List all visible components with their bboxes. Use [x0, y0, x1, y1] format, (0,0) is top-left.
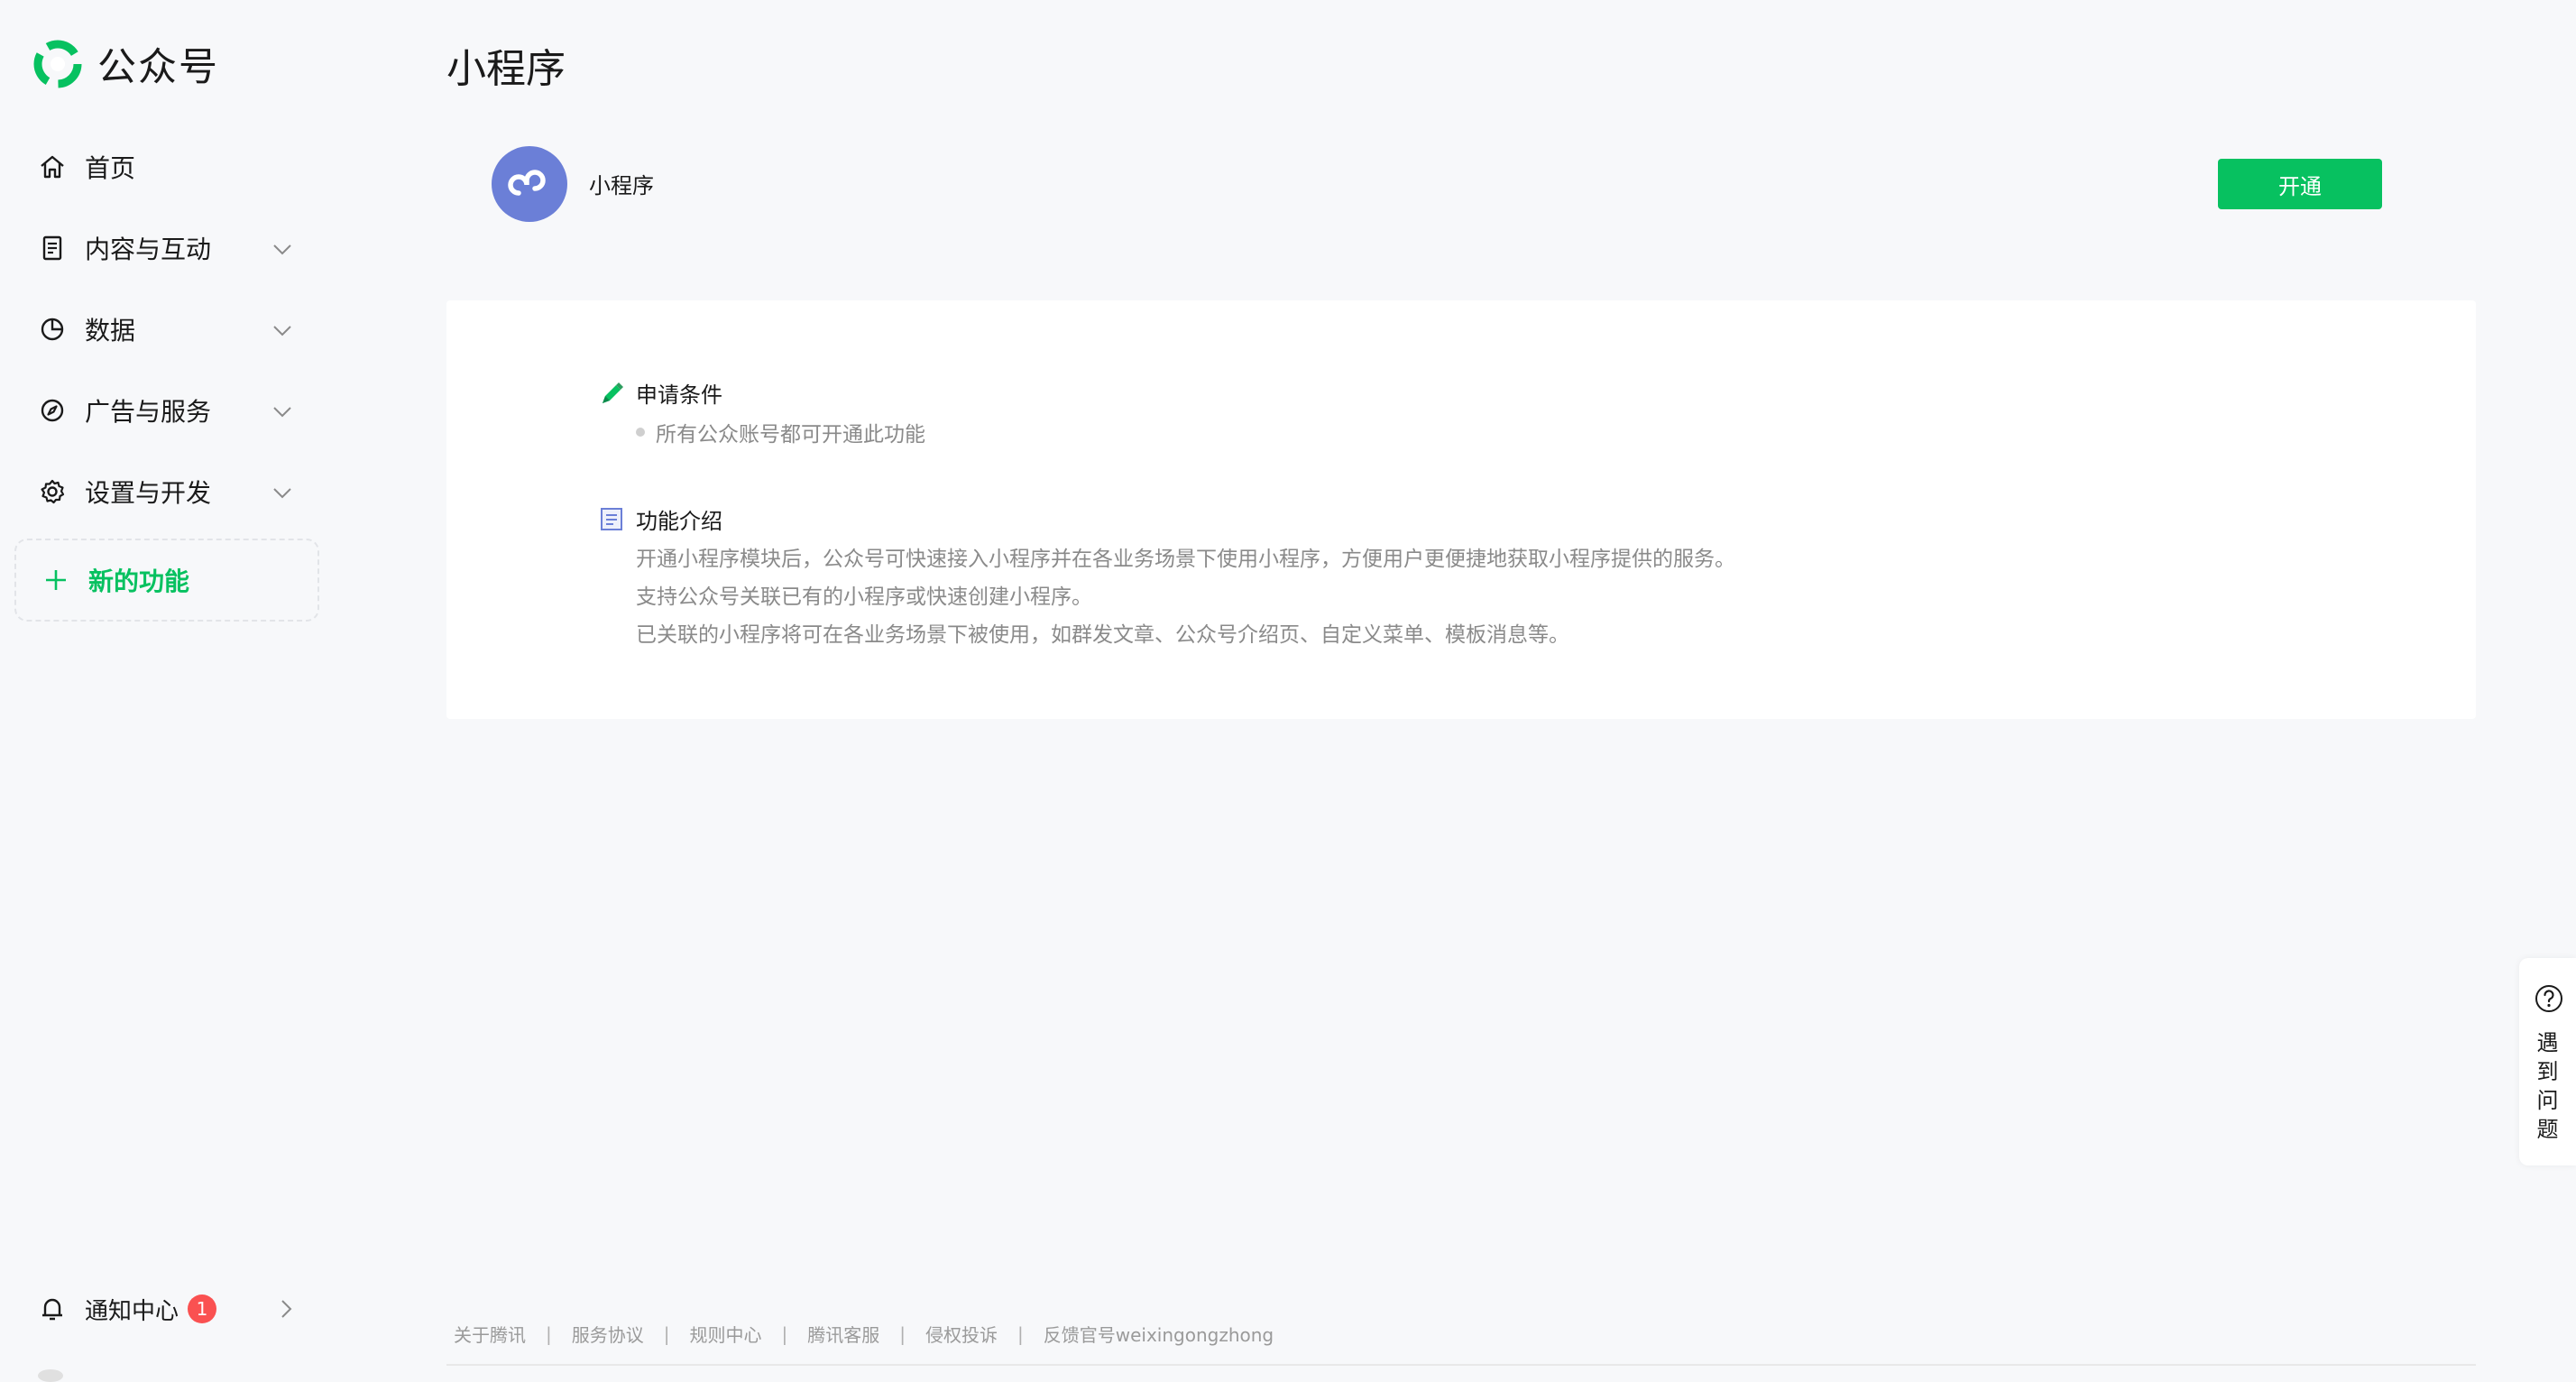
chevron-down-icon[interactable]	[271, 400, 294, 423]
plus-icon	[46, 570, 66, 590]
chevron-down-icon[interactable]	[271, 237, 294, 261]
footer-link-rules[interactable]: 规则中心	[690, 1321, 762, 1347]
footer-link-infringement[interactable]: 侵权投诉	[925, 1321, 998, 1347]
notification-badge: 1	[188, 1294, 217, 1323]
intro-title: 功能介绍	[636, 508, 722, 534]
sidebar: 公众号 首页 内容与互动 数据 广告与服务 设置与开发 新的功能 通知中心 1	[0, 0, 334, 1382]
wechat-official-accounts-logo	[33, 40, 82, 88]
chevron-down-icon[interactable]	[271, 481, 294, 504]
footer-separator: |	[663, 1322, 670, 1345]
pie-chart-icon	[41, 318, 64, 341]
sidebar-item-home[interactable]: 首页	[0, 126, 334, 207]
sidebar-nav: 首页 内容与互动 数据 广告与服务 设置与开发	[0, 126, 334, 532]
home-icon	[41, 155, 64, 179]
help-char: 题	[2536, 1117, 2559, 1142]
sidebar-item-label: 广告与服务	[85, 397, 212, 427]
activate-button[interactable]: 开通	[2218, 159, 2382, 209]
pen-icon	[603, 382, 623, 403]
document-icon	[42, 235, 62, 261]
condition-text: 所有公众账号都可开通此功能	[656, 423, 925, 447]
sidebar-item-label: 首页	[85, 153, 136, 183]
sidebar-item-label: 数据	[85, 316, 136, 346]
bullet-dot	[636, 428, 645, 437]
feature-detail-card: 申请条件 所有公众账号都可开通此功能 功能介绍 开通小程序模块后，公众号可快速接…	[446, 300, 2476, 719]
sidebar-item-content-interaction[interactable]: 内容与互动	[0, 207, 334, 289]
footer-link-feedback[interactable]: 反馈官号weixingongzhong	[1044, 1321, 1274, 1347]
intro-section: 功能介绍 开通小程序模块后，公众号可快速接入小程序并在各业务场景下使用小程序，方…	[598, 501, 1735, 654]
feature-header: 小程序 开通	[492, 146, 2386, 222]
intro-line: 开通小程序模块后，公众号可快速接入小程序并在各业务场景下使用小程序，方便用户更便…	[636, 548, 1735, 571]
sidebar-item-label: 设置与开发	[85, 478, 212, 508]
bell-icon	[42, 1298, 62, 1321]
footer: 关于腾讯 | 服务协议 | 规则中心 | 腾讯客服 | 侵权投诉 | 反馈官号w…	[454, 1321, 1274, 1347]
list-doc-icon	[601, 508, 622, 530]
footer-separator: |	[781, 1322, 788, 1345]
avatar[interactable]	[38, 1369, 63, 1382]
intro-line: 已关联的小程序将可在各业务场景下被使用，如群发文章、公众号介绍页、自定义菜单、模…	[636, 623, 1569, 647]
footer-link-about[interactable]: 关于腾讯	[454, 1321, 526, 1347]
conditions-section: 申请条件 所有公众账号都可开通此功能	[598, 374, 925, 450]
compass-icon	[41, 399, 64, 422]
sidebar-item-settings-dev[interactable]: 设置与开发	[0, 451, 334, 532]
new-feature-button[interactable]: 新的功能	[14, 539, 319, 622]
footer-link-support[interactable]: 腾讯客服	[807, 1321, 879, 1347]
conditions-title: 申请条件	[636, 382, 722, 408]
page-title: 小程序	[446, 46, 566, 92]
question-circle-icon	[2535, 985, 2562, 1012]
help-char: 到	[2536, 1059, 2559, 1084]
sidebar-item-data[interactable]: 数据	[0, 289, 334, 370]
chevron-right-icon	[281, 1300, 292, 1318]
mini-program-icon	[492, 146, 567, 222]
gear-icon	[41, 479, 65, 504]
footer-separator: |	[546, 1322, 552, 1345]
help-char: 问	[2536, 1088, 2559, 1113]
feature-name: 小程序	[589, 173, 654, 198]
footer-separator: |	[899, 1322, 906, 1345]
brand-name: 公众号	[97, 45, 219, 90]
list-item: 所有公众账号都可开通此功能	[636, 414, 925, 450]
footer-separator: |	[1017, 1322, 1024, 1345]
notification-center[interactable]: 通知中心 1	[38, 1288, 308, 1330]
notification-label: 通知中心	[85, 1297, 179, 1325]
brand[interactable]: 公众号	[31, 36, 219, 92]
help-label: 遇 到 问 题	[2519, 1028, 2576, 1144]
help-button[interactable]: 遇 到 问 题	[2519, 958, 2576, 1165]
sidebar-item-label: 内容与互动	[85, 235, 212, 264]
help-char: 遇	[2536, 1030, 2559, 1055]
sidebar-item-ads-services[interactable]: 广告与服务	[0, 370, 334, 451]
footer-link-terms[interactable]: 服务协议	[572, 1321, 644, 1347]
chevron-down-icon[interactable]	[271, 318, 294, 342]
footer-divider	[446, 1364, 2476, 1366]
new-feature-label: 新的功能	[88, 567, 190, 596]
intro-line: 支持公众号关联已有的小程序或快速创建小程序。	[636, 585, 1092, 609]
